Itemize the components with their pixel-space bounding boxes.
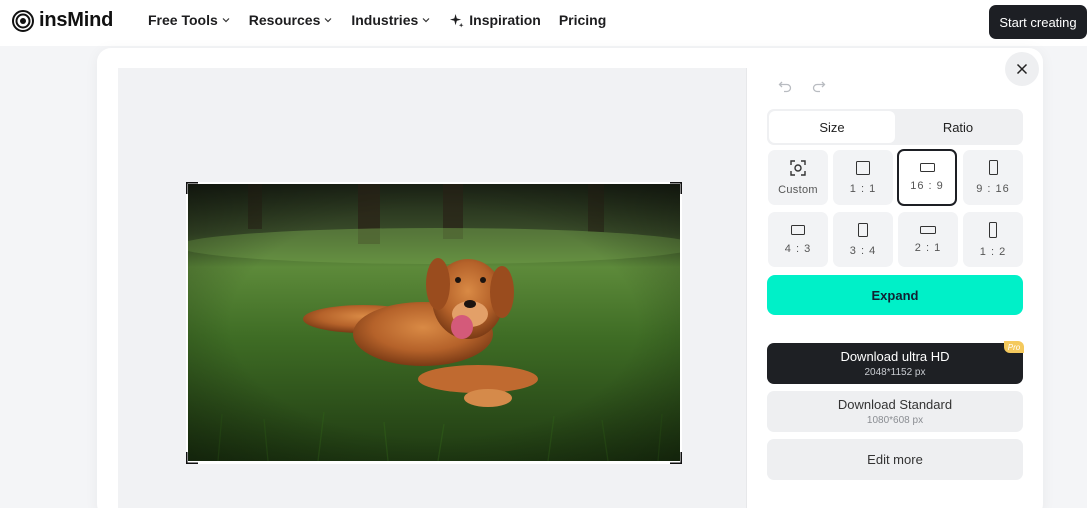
expand-button[interactable]: Expand [767,275,1023,315]
tall-ratio-icon [989,221,997,238]
nav-label: Free Tools [148,12,218,28]
dog-photo [188,184,680,461]
chevron-down-icon [422,18,430,23]
ratio-4-3[interactable]: 4 : 3 [768,212,828,267]
nav-label: Inspiration [469,12,541,28]
nav-resources[interactable]: Resources [249,12,334,28]
main-nav: Free Tools Resources Industries Inspirat… [148,12,624,28]
edit-more-button[interactable]: Edit more [767,439,1023,480]
ratio-label: 1 : 2 [979,245,1007,258]
chevron-down-icon [222,18,230,23]
nav-label: Resources [248,12,321,28]
custom-crop-icon [790,159,806,176]
portrait-ratio-icon [988,160,998,175]
dog-on-grass-image [188,184,680,461]
top-nav-bar: insMind Free Tools Resources Industries … [0,0,1087,46]
redo-icon [812,81,826,93]
ratio-label: 2 : 1 [914,241,942,254]
nav-label: Pricing [558,12,607,28]
ratio-label: 16 : 9 [910,180,944,192]
ratio-2-1[interactable]: 2 : 1 [898,212,958,267]
pro-badge: Pro [1004,341,1024,353]
logo-text: insMind [39,9,114,31]
sparkle-icon [450,13,464,28]
ratio-label: 3 : 4 [849,244,877,257]
undo-icon [778,81,792,93]
ratio-3-4[interactable]: 3 : 4 [833,212,893,267]
close-icon [1016,63,1028,75]
nav-pricing[interactable]: Pricing [559,12,606,28]
start-creating-button[interactable]: Start creating [989,5,1087,39]
nav-inspiration[interactable]: Inspiration [449,12,541,28]
ratio-label: 1 : 1 [849,182,877,195]
nav-label: Industries [351,12,419,28]
ratio-label: 4 : 3 [784,242,812,255]
nav-industries[interactable]: Industries [351,12,431,28]
landscape-ratio-icon [791,224,805,235]
size-ratio-tabs: Size Ratio [767,109,1023,145]
ratio-label: 9 : 16 [976,183,1010,195]
ratio-1-2[interactable]: 1 : 2 [963,212,1023,267]
close-button[interactable] [1005,52,1039,86]
insmind-logo-icon [12,9,34,32]
tab-size[interactable]: Size [769,111,895,143]
download-ultra-hd-button[interactable]: Download ultra HD 2048*1152 px [767,343,1023,384]
download-standard-size: 1080*608 px [866,415,924,426]
undo-redo-group [777,78,827,94]
ratio-label: Custom [778,183,818,196]
download-hd-label: Download ultra HD [840,349,950,364]
chevron-down-icon [324,18,332,23]
logo[interactable]: insMind [12,9,113,32]
ratio-9-16[interactable]: 9 : 16 [963,150,1023,205]
download-hd-size: 2048*1152 px [864,367,926,378]
undo-button[interactable] [777,78,793,94]
square-ratio-icon [856,160,870,175]
wide-ratio-icon [920,225,936,234]
ratio-16-9[interactable]: 16 : 9 [897,149,957,206]
redo-button[interactable] [811,78,827,94]
download-standard-label: Download Standard [837,397,953,412]
tab-ratio[interactable]: Ratio [895,111,1021,143]
nav-free-tools[interactable]: Free Tools [148,12,231,28]
ratio-custom[interactable]: Custom [768,150,828,205]
landscape-ratio-icon [919,163,935,172]
ratio-1-1[interactable]: 1 : 1 [833,150,893,205]
download-standard-button[interactable]: Download Standard 1080*608 px [767,391,1023,432]
portrait-ratio-icon [858,222,868,237]
panel-divider [746,68,747,508]
